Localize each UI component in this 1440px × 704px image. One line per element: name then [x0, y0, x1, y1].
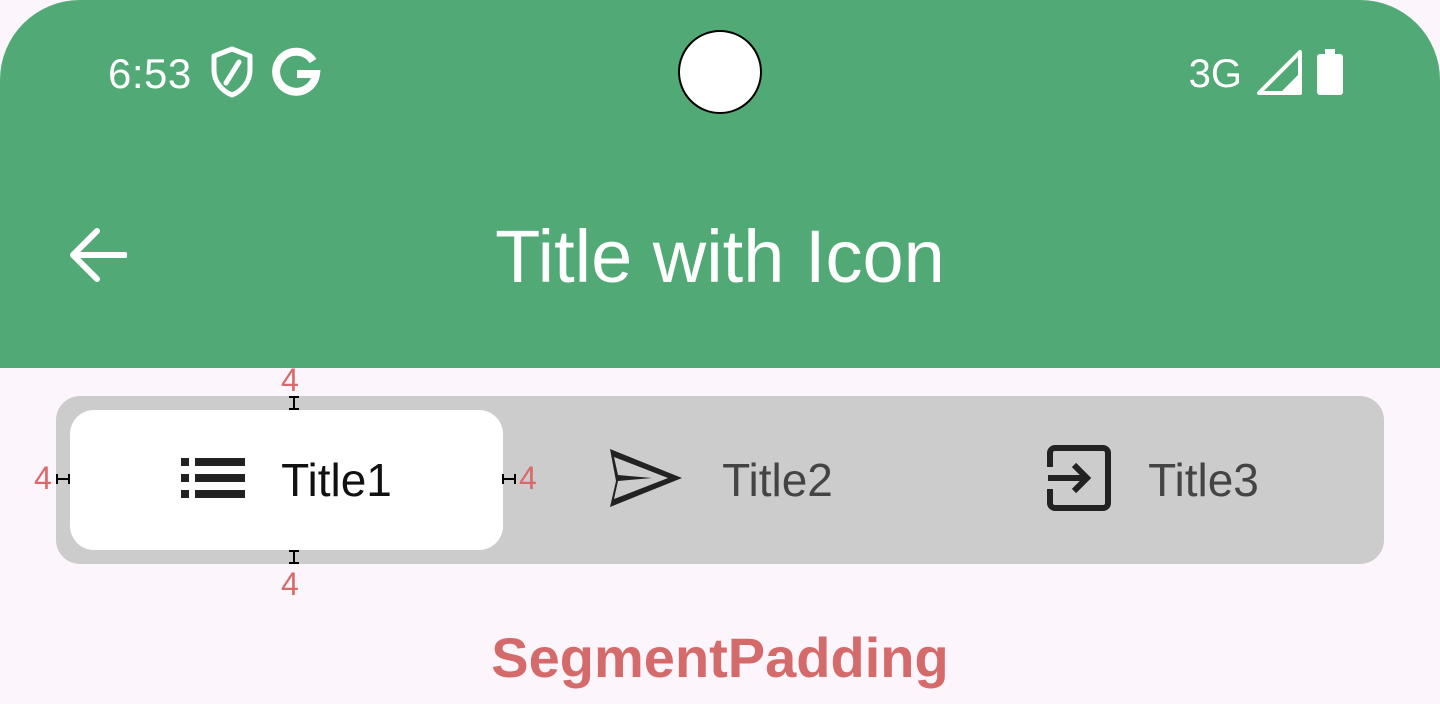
segment-label: Title2: [722, 454, 833, 506]
segment-title2[interactable]: Title2: [503, 410, 936, 550]
segmented-control: Title1 Title2 Title3: [56, 396, 1384, 564]
page-title: Title with Icon: [495, 215, 945, 298]
status-bar-right: 3G: [1189, 44, 1344, 104]
padding-left-marker: [56, 472, 70, 491]
battery-icon: [1316, 48, 1344, 101]
padding-right-marker: [502, 472, 516, 491]
padding-left-label: 4: [34, 460, 52, 496]
segment-title1[interactable]: Title1: [70, 410, 503, 550]
padding-right-label: 4: [519, 460, 537, 496]
status-time: 6:53: [108, 50, 192, 97]
segment-label: Title1: [281, 454, 392, 506]
shield-icon: [210, 46, 254, 103]
padding-top-marker: [287, 396, 301, 415]
camera-cutout: [678, 30, 762, 114]
status-bar-left: 6:53: [108, 44, 322, 104]
segment-label: Title3: [1148, 454, 1259, 506]
exit-to-app-icon: [1046, 444, 1112, 516]
send-icon: [606, 445, 686, 516]
list-icon: [181, 457, 246, 503]
signal-icon: [1256, 49, 1302, 100]
app-header: 6:53 3G Title with Icon: [0, 0, 1440, 368]
network-type: 3G: [1188, 51, 1242, 96]
google-g-icon: [271, 47, 322, 102]
caption: SegmentPadding: [491, 626, 949, 689]
padding-top-label: 4: [281, 362, 299, 398]
segment-title3[interactable]: Title3: [936, 410, 1369, 550]
padding-bottom-label: 4: [281, 566, 299, 602]
